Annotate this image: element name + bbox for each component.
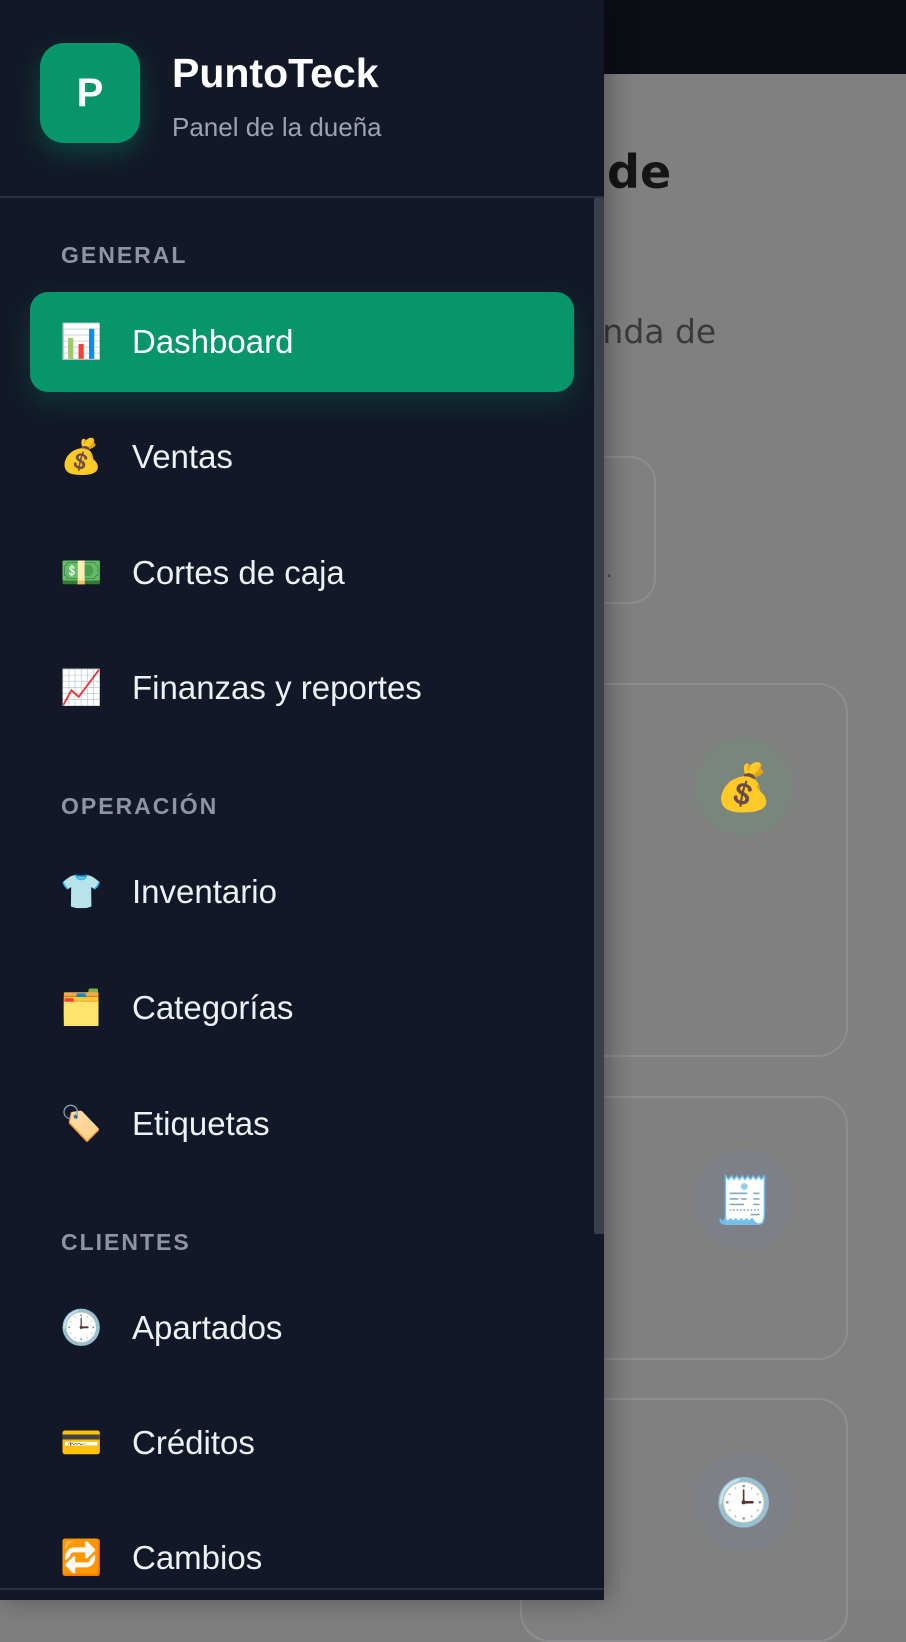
nav-item-label: Dashboard bbox=[132, 323, 294, 360]
nav-item-cortes-de-caja[interactable]: 💵 Cortes de caja bbox=[30, 523, 604, 623]
credit-card-icon: 💳 bbox=[60, 1423, 103, 1463]
bar-chart-icon: 📊 bbox=[60, 322, 103, 362]
folder-icon: 🗂️ bbox=[60, 988, 103, 1028]
nav-item-label: Cambios bbox=[132, 1539, 263, 1576]
section-operacion: OPERACIÓN bbox=[61, 793, 219, 819]
dollar-banknote-icon: 💵 bbox=[60, 553, 103, 593]
nav-item-creditos[interactable]: 💳 Créditos bbox=[30, 1393, 604, 1493]
money-bag-icon: 💰 bbox=[694, 737, 794, 837]
nav-item-cambios[interactable]: 🔁 Cambios bbox=[30, 1508, 604, 1608]
app-logo: P bbox=[40, 43, 140, 143]
navigation-drawer: P PuntoTeck Panel de la dueña GENERAL 📊 … bbox=[0, 0, 604, 1600]
section-clientes: CLIENTES bbox=[61, 1229, 191, 1255]
nav-item-categorias[interactable]: 🗂️ Categorías bbox=[30, 958, 604, 1058]
app-name: PuntoTeck bbox=[172, 50, 379, 96]
clock-icon: 🕒 bbox=[60, 1308, 103, 1348]
nav-item-label: Categorías bbox=[132, 989, 294, 1026]
nav-item-apartados[interactable]: 🕒 Apartados bbox=[30, 1278, 604, 1378]
nav-item-label: Ventas bbox=[132, 438, 233, 475]
drawer-header: P PuntoTeck Panel de la dueña bbox=[0, 0, 604, 198]
section-general: GENERAL bbox=[61, 242, 188, 268]
nav-item-label: Finanzas y reportes bbox=[132, 669, 422, 706]
nav-item-label: Cortes de caja bbox=[132, 554, 345, 591]
nav-item-label: Créditos bbox=[132, 1424, 255, 1461]
drawer-bottom-divider bbox=[0, 1588, 604, 1590]
repeat-icon: 🔁 bbox=[60, 1538, 103, 1578]
nav-item-label: Apartados bbox=[132, 1309, 283, 1346]
chart-increasing-icon: 📈 bbox=[60, 668, 103, 708]
t-shirt-icon: 👕 bbox=[60, 872, 103, 912]
search-text: . bbox=[606, 558, 613, 582]
nav-item-dashboard[interactable]: 📊 Dashboard bbox=[30, 292, 574, 392]
nav-item-ventas[interactable]: 💰 Ventas bbox=[30, 407, 604, 507]
nav-item-finanzas[interactable]: 📈 Finanzas y reportes bbox=[30, 638, 604, 738]
label-tag-icon: 🏷️ bbox=[60, 1104, 103, 1144]
nav-item-inventario[interactable]: 👕 Inventario bbox=[30, 842, 604, 942]
nav-item-label: Inventario bbox=[132, 873, 277, 910]
clock-icon: 🕒 bbox=[694, 1452, 794, 1552]
nav-item-label: Etiquetas bbox=[132, 1105, 270, 1142]
app-subtitle: Panel de la dueña bbox=[172, 112, 382, 142]
money-bag-icon: 💰 bbox=[60, 437, 103, 477]
nav-item-etiquetas[interactable]: 🏷️ Etiquetas bbox=[30, 1074, 604, 1174]
receipt-icon: 🧾 bbox=[694, 1150, 794, 1250]
